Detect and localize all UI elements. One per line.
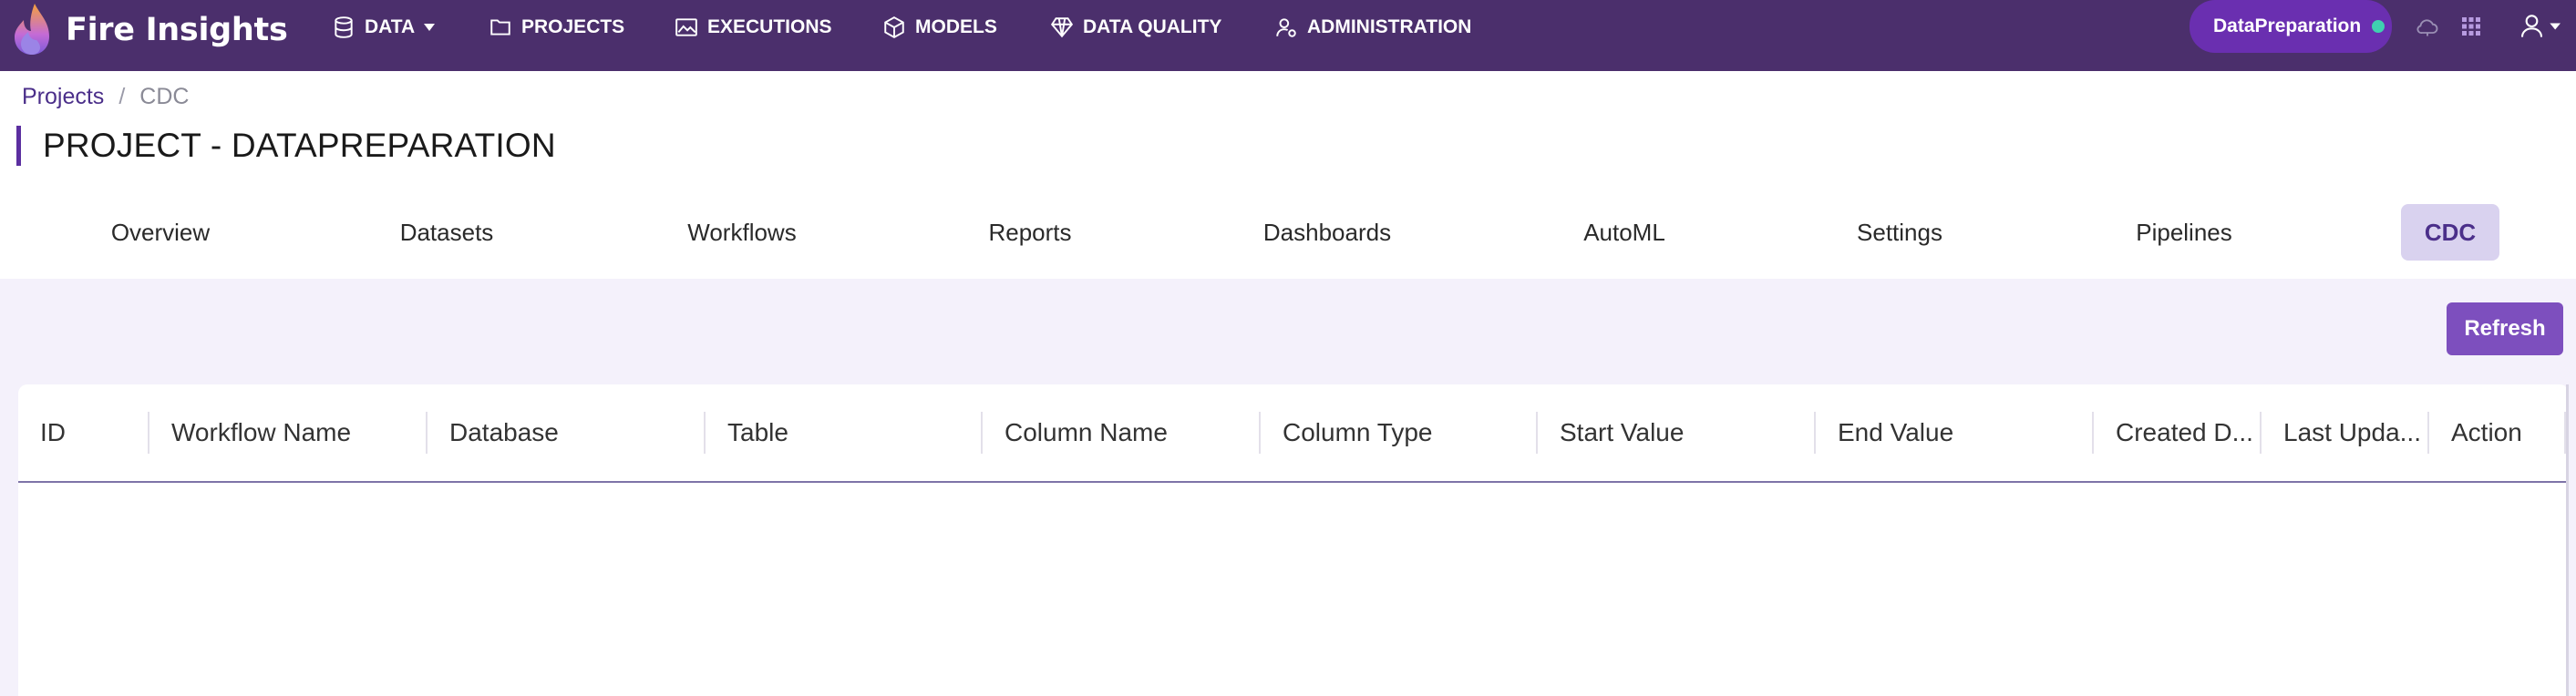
column-header-workflow-name[interactable]: Workflow Name (149, 384, 428, 481)
tab-settings[interactable]: Settings (1827, 204, 1973, 261)
column-header-label: ID (40, 418, 66, 446)
nav-projects-label: PROJECTS (521, 16, 625, 37)
tab-overview[interactable]: Overview (88, 204, 233, 261)
tab-dashboards[interactable]: Dashboards (1245, 204, 1409, 261)
table-header: ID Workflow Name Database Table Column N… (18, 384, 2569, 483)
nav-executions-label: EXECUTIONS (707, 16, 832, 37)
nav-administration-label: ADMINISTRATION (1307, 16, 1472, 37)
user-gear-icon (1276, 18, 1296, 37)
apps-grid-icon[interactable] (2456, 11, 2487, 42)
refresh-button[interactable]: Refresh (2447, 302, 2563, 355)
column-header-last-updated[interactable]: Last Upda... (2262, 384, 2429, 481)
nav-data[interactable]: DATA (332, 0, 446, 55)
tab-reports[interactable]: Reports (957, 204, 1103, 261)
column-header-start-value[interactable]: Start Value (1538, 384, 1816, 481)
column-header-column-type[interactable]: Column Type (1261, 384, 1538, 481)
tab-datasets[interactable]: Datasets (374, 204, 520, 261)
vertical-scrollbar[interactable] (2566, 384, 2569, 696)
diamond-icon (1050, 17, 1074, 38)
user-menu-icon[interactable] (2516, 11, 2567, 42)
column-header-label: Column Type (1283, 418, 1433, 446)
column-header-label: Last Upda... (2283, 418, 2421, 446)
project-selector[interactable]: DataPreparation (2190, 0, 2392, 53)
project-selector-label: DataPreparation (2213, 15, 2362, 36)
caret-down-icon (424, 24, 436, 31)
app-name: Fire Insights (66, 12, 288, 48)
cloud-icon[interactable] (2412, 11, 2443, 42)
breadcrumb-current: CDC (139, 84, 190, 109)
column-header-action[interactable]: Action (2429, 384, 2566, 481)
folder-icon (490, 19, 510, 36)
column-header-database[interactable]: Database (428, 384, 706, 481)
column-header-label: Table (727, 418, 788, 446)
nav-projects[interactable]: PROJECTS (489, 0, 624, 55)
app-logo[interactable]: Fire Insights (9, 0, 288, 60)
column-header-id[interactable]: ID (18, 384, 149, 481)
column-header-label: Action (2451, 418, 2522, 446)
status-dot (2372, 20, 2385, 33)
breadcrumb-projects-link[interactable]: Projects (22, 84, 104, 110)
column-header-label: Created D... (2116, 418, 2253, 446)
breadcrumb: Projects / CDC (22, 84, 189, 110)
top-navigation-bar: Fire Insights DATA PROJECTS EXECUTIONS M… (0, 0, 2576, 71)
tab-workflows[interactable]: Workflows (669, 204, 815, 261)
tab-automl[interactable]: AutoML (1551, 204, 1697, 261)
cube-icon (884, 16, 904, 38)
column-header-label: Column Name (1005, 418, 1168, 446)
cdc-table: ID Workflow Name Database Table Column N… (18, 384, 2569, 696)
nav-executions[interactable]: EXECUTIONS (675, 0, 832, 55)
tab-cdc[interactable]: CDC (2401, 204, 2499, 261)
breadcrumb-separator: / (118, 84, 126, 109)
column-header-label: Workflow Name (171, 418, 352, 446)
column-header-label: Start Value (1560, 418, 1685, 446)
nav-models-label: MODELS (915, 16, 997, 37)
page-title: PROJECT - DATAPREPARATION (43, 127, 556, 164)
column-header-label: End Value (1838, 418, 1954, 446)
column-header-column-name[interactable]: Column Name (983, 384, 1261, 481)
nav-data-quality-label: DATA QUALITY (1083, 16, 1222, 37)
tab-pipelines[interactable]: Pipelines (2111, 204, 2257, 261)
flame-logo-icon (15, 4, 49, 55)
column-header-table[interactable]: Table (706, 384, 983, 481)
database-icon (335, 16, 353, 38)
column-header-created-date[interactable]: Created D... (2094, 384, 2262, 481)
nav-models[interactable]: MODELS (882, 0, 997, 55)
project-tabs: Overview Datasets Workflows Reports Dash… (0, 204, 2576, 279)
column-header-label: Database (449, 418, 559, 446)
nav-data-quality[interactable]: DATA QUALITY (1050, 0, 1221, 55)
title-accent-bar (16, 126, 21, 166)
nav-administration[interactable]: ADMINISTRATION (1274, 0, 1471, 55)
nav-data-label: DATA (365, 16, 416, 37)
chart-image-icon (675, 18, 697, 36)
column-header-end-value[interactable]: End Value (1816, 384, 2094, 481)
